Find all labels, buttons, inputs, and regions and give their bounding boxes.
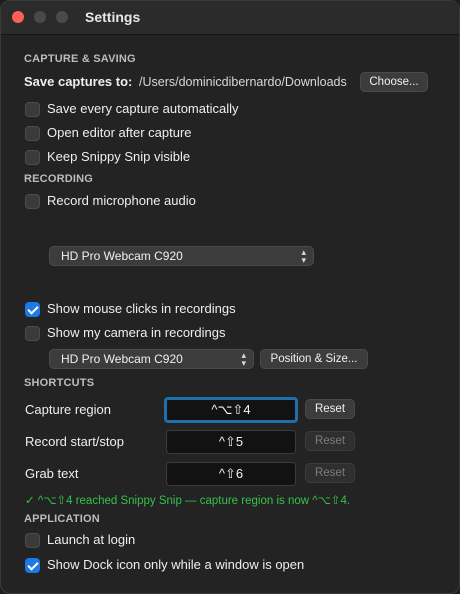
position-size-button[interactable]: Position & Size... (260, 349, 368, 369)
close-window-button[interactable] (12, 11, 24, 23)
microphone-device-value: HD Pro Webcam C920 (61, 249, 183, 263)
shortcut-field-record[interactable]: ^⇧5 (166, 430, 296, 454)
save-path-text: /Users/dominicdibernardo/Downloads (139, 75, 347, 89)
choose-folder-button[interactable]: Choose... (360, 72, 428, 92)
section-capture-saving: CAPTURE & SAVING (24, 53, 136, 65)
reset-grab-text-button[interactable]: Reset (305, 463, 355, 483)
shortcut-label-grab-text: Grab text (25, 466, 79, 481)
show-clicks-checkbox[interactable] (25, 302, 40, 317)
save-automatically-checkbox[interactable] (25, 102, 40, 117)
section-recording: RECORDING (24, 173, 94, 185)
shortcut-status-message: ✓ ^⌥⇧4 reached Snippy Snip — capture reg… (25, 495, 351, 507)
title-bar: Settings (1, 1, 459, 35)
shortcut-field-capture-region[interactable]: ^⌥⇧4 (164, 397, 298, 423)
record-mic-checkbox[interactable] (25, 194, 40, 209)
record-mic-label: Record microphone audio (47, 193, 196, 208)
up-down-chevron-icon: ▴ ▾ (241, 350, 246, 368)
show-clicks-label: Show mouse clicks in recordings (47, 301, 236, 316)
open-editor-label: Open editor after capture (47, 125, 192, 140)
reset-record-button[interactable]: Reset (305, 431, 355, 451)
save-captures-label: Save captures to: (24, 74, 133, 89)
launch-at-login-checkbox[interactable] (25, 533, 40, 548)
shortcut-label-capture-region: Capture region (25, 402, 111, 417)
show-camera-label: Show my camera in recordings (47, 325, 226, 340)
minimize-window-button[interactable] (34, 11, 46, 23)
dock-icon-label: Show Dock icon only while a window is op… (47, 557, 305, 572)
window-title: Settings (85, 9, 141, 25)
dock-icon-checkbox[interactable] (25, 558, 40, 573)
camera-device-select[interactable]: HD Pro Webcam C920 ▴ ▾ (49, 349, 254, 369)
show-camera-checkbox[interactable] (25, 326, 40, 341)
zoom-window-button[interactable] (56, 11, 68, 23)
camera-device-value: HD Pro Webcam C920 (61, 352, 183, 366)
section-application: APPLICATION (24, 513, 100, 525)
settings-window: Settings CAPTURE & SAVING Save captures … (0, 0, 460, 594)
launch-at-login-label: Launch at login (47, 532, 136, 547)
section-shortcuts: SHORTCUTS (24, 377, 95, 389)
shortcut-field-grab-text[interactable]: ^⇧6 (166, 462, 296, 486)
reset-capture-region-button[interactable]: Reset (305, 399, 355, 419)
keep-visible-label: Keep Snippy Snip visible (47, 149, 191, 164)
save-automatically-label: Save every capture automatically (47, 101, 239, 116)
up-down-chevron-icon: ▴ ▾ (301, 247, 306, 265)
microphone-device-select[interactable]: HD Pro Webcam C920 ▴ ▾ (49, 246, 314, 266)
shortcut-label-record: Record start/stop (25, 434, 124, 449)
open-editor-checkbox[interactable] (25, 126, 40, 141)
keep-visible-checkbox[interactable] (25, 150, 40, 165)
